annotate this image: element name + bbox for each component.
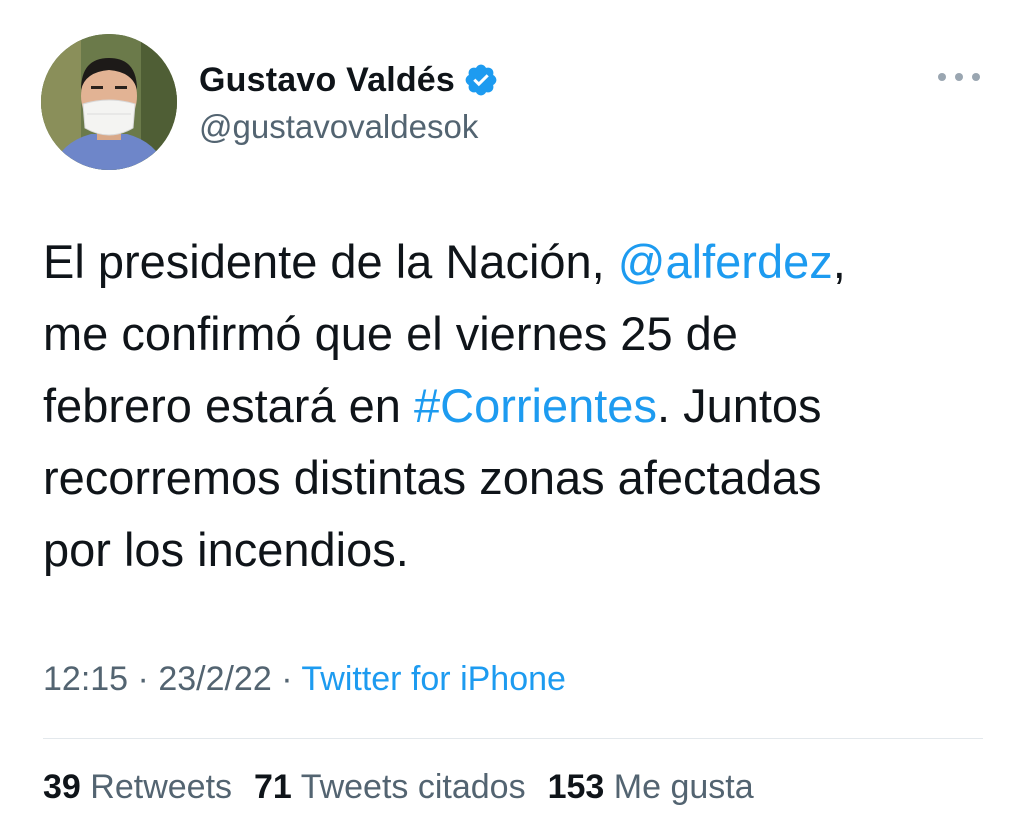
more-dot [955, 73, 963, 81]
name-row: Gustavo Valdés [199, 58, 499, 102]
meta-separator: · [271, 660, 302, 698]
tweet-card: Gustavo Valdés @gustavovaldesok El presi… [0, 0, 1024, 836]
more-horizontal-icon[interactable] [938, 62, 980, 92]
text-segment: El presidente de la Nación, [43, 235, 618, 288]
quotes-label: Tweets citados [300, 768, 526, 806]
tweet-line: me confirmó que el viernes 25 de [43, 298, 993, 370]
text-segment: recorremos distintas zonas afectadas [43, 451, 822, 504]
tweet-date[interactable]: 23/2/22 [158, 660, 271, 698]
display-name[interactable]: Gustavo Valdés [199, 61, 455, 100]
quotes-count: 71 [254, 768, 292, 806]
divider [43, 738, 983, 739]
tweet-line: febrero estará en #Corrientes. Juntos [43, 370, 993, 442]
tweet-stats: 39 Retweets 71 Tweets citados 153 Me gusta [43, 768, 754, 807]
text-segment: , [832, 235, 846, 288]
text-segment: . Juntos [656, 379, 822, 432]
mention-link[interactable]: @alferdez [618, 235, 833, 288]
verified-badge-icon [463, 62, 499, 98]
likes-label: Me gusta [613, 768, 754, 806]
more-dot [938, 73, 946, 81]
likes-count: 153 [547, 768, 605, 806]
avatar-photo [41, 34, 177, 170]
likes-stat[interactable]: 153 Me gusta [548, 768, 754, 806]
meta-separator: · [128, 660, 159, 698]
quotes-stat[interactable]: 71 Tweets citados [254, 768, 526, 806]
tweet-line: El presidente de la Nación, @alferdez, [43, 226, 993, 298]
user-handle[interactable]: @gustavovaldesok [199, 108, 499, 146]
tweet-line: por los incendios. [43, 514, 993, 586]
hashtag-link[interactable]: #Corrientes [414, 379, 657, 432]
tweet-source-link[interactable]: Twitter for iPhone [301, 660, 566, 698]
avatar[interactable] [41, 34, 177, 170]
tweet-text: El presidente de la Nación, @alferdez, m… [43, 226, 993, 586]
tweet-meta: 12:15 · 23/2/22 · Twitter for iPhone [43, 660, 566, 699]
retweets-count: 39 [43, 768, 81, 806]
tweet-line: recorremos distintas zonas afectadas [43, 442, 993, 514]
text-segment: febrero estará en [43, 379, 414, 432]
author-info: Gustavo Valdés @gustavovaldesok [199, 58, 499, 146]
tweet-time[interactable]: 12:15 [43, 660, 128, 698]
retweets-label: Retweets [90, 768, 233, 806]
retweets-stat[interactable]: 39 Retweets [43, 768, 232, 806]
text-segment: por los incendios. [43, 523, 409, 576]
text-segment: me confirmó que el viernes 25 de [43, 307, 738, 360]
more-dot [972, 73, 980, 81]
